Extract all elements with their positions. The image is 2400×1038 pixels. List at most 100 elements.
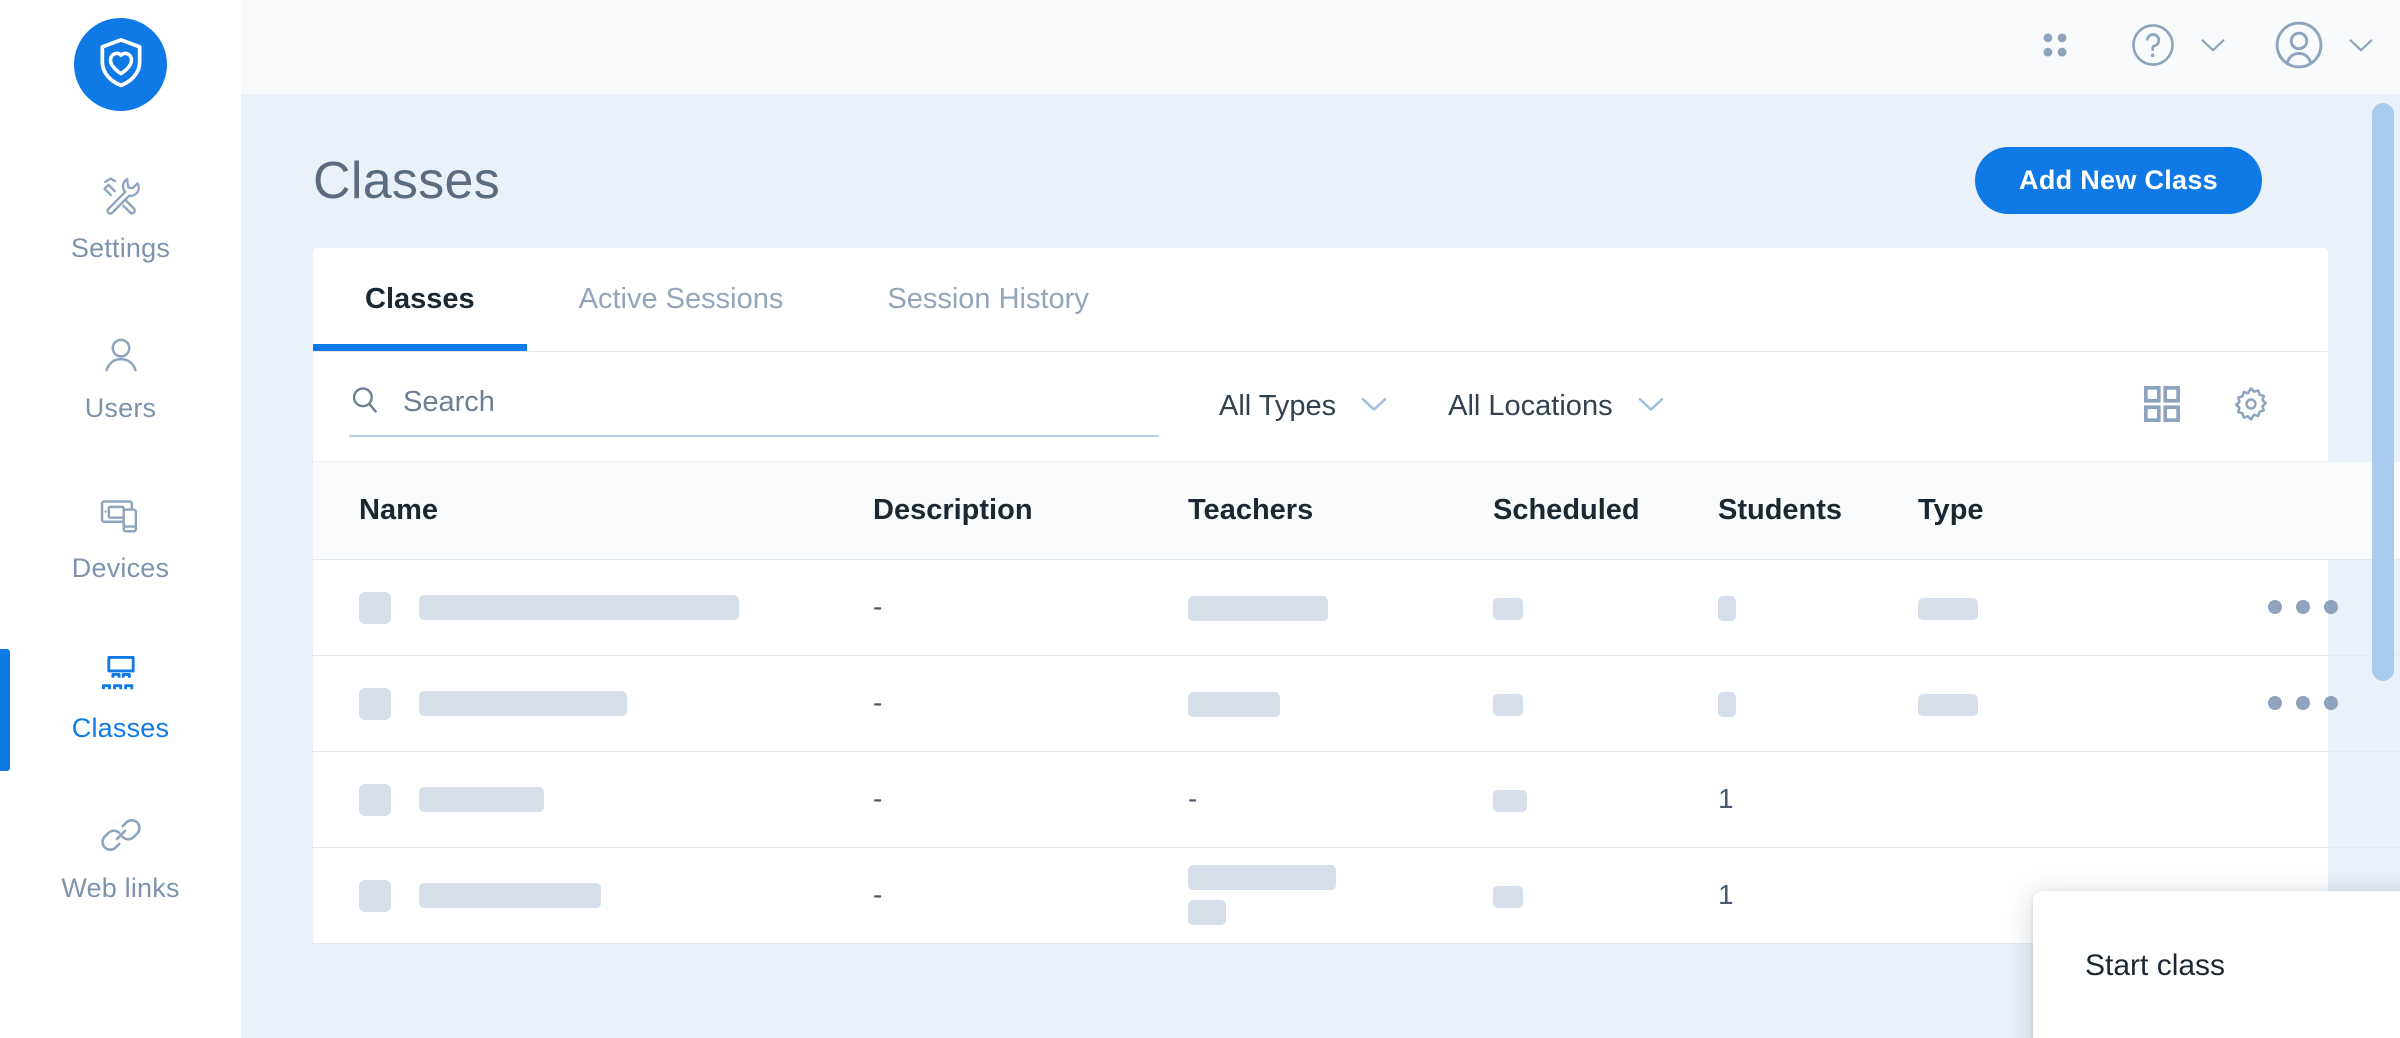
column-header-actions (2178, 462, 2400, 560)
sidebar-item-web-links[interactable]: Web links (0, 793, 241, 953)
cell-description: - (873, 559, 1188, 656)
skeleton-avatar (359, 591, 391, 624)
sidebar-item-label: Devices (71, 553, 170, 583)
cell-type (1918, 559, 2178, 656)
skeleton-avatar (359, 783, 391, 816)
tab-bar: Classes Active Sessions Session History (313, 248, 2328, 352)
skeleton-scheduled (1493, 693, 1523, 716)
description-value: - (873, 879, 883, 910)
cell-scheduled (1493, 751, 1718, 848)
menu-item-delete-this-class[interactable]: Delete this class (2033, 1005, 2400, 1038)
sidebar-item-devices[interactable]: Devices (0, 473, 241, 633)
type-filter-label: All Types (1219, 390, 1337, 422)
chevron-down-icon (1637, 395, 1665, 418)
chevron-down-icon (2200, 36, 2226, 59)
cell-actions (2178, 655, 2400, 752)
skeleton-teacher (1188, 865, 1336, 890)
skeleton-students (1718, 596, 1736, 622)
table-settings-button[interactable] (2230, 383, 2272, 430)
page-title: Classes (313, 151, 501, 210)
annotation-arrow (1746, 1033, 2046, 1038)
cell-students: 1 (1718, 847, 1918, 944)
skeleton-name (418, 691, 627, 717)
description-value: - (873, 591, 883, 622)
skeleton-scheduled (1493, 597, 1523, 620)
students-value: 1 (1718, 879, 1734, 910)
cell-teachers (1188, 655, 1493, 752)
top-bar (241, 0, 2400, 95)
tab-classes[interactable]: Classes (313, 247, 527, 351)
apps-grid-icon (2038, 28, 2072, 67)
link-icon (98, 807, 144, 863)
add-new-class-button[interactable]: Add New Class (1975, 147, 2262, 214)
skeleton-avatar (359, 687, 391, 720)
description-value: - (873, 783, 883, 814)
kebab-menu-icon[interactable] (2178, 696, 2400, 710)
chevron-down-icon (2348, 36, 2374, 59)
skeleton-teacher (1188, 596, 1328, 622)
cell-scheduled (1493, 847, 1718, 944)
sidebar: Settings Users Devices Classes Web links (0, 0, 241, 1038)
sidebar-item-users[interactable]: Users (0, 313, 241, 473)
table-row[interactable]: - (313, 559, 2400, 656)
skeleton-type (1918, 693, 1978, 716)
grid-view-icon (2142, 384, 2182, 429)
description-value: - (873, 687, 883, 718)
tab-session-history[interactable]: Session History (835, 247, 1140, 351)
vertical-scrollbar[interactable] (2372, 103, 2394, 681)
cell-name (313, 847, 873, 944)
sidebar-nav: Settings Users Devices Classes Web links (0, 153, 241, 953)
tab-active-sessions[interactable]: Active Sessions (527, 247, 836, 351)
menu-item-start-class[interactable]: Start class (2033, 927, 2400, 1005)
table-body: - - - - 1 - 1 (313, 559, 2400, 944)
location-filter-label: All Locations (1448, 390, 1613, 422)
column-header-teachers[interactable]: Teachers (1188, 462, 1493, 560)
help-menu-button[interactable] (2128, 20, 2226, 75)
sidebar-item-classes[interactable]: Classes (0, 633, 241, 793)
user-avatar-icon (2272, 18, 2326, 77)
search-input[interactable]: Search (349, 384, 1159, 437)
kebab-menu-icon[interactable] (2178, 600, 2400, 614)
gear-icon (2230, 383, 2272, 430)
sidebar-item-settings[interactable]: Settings (0, 153, 241, 313)
cell-teachers (1188, 559, 1493, 656)
cell-description: - (873, 751, 1188, 848)
cell-name (313, 559, 873, 656)
row-context-menu: Start class Delete this class (2033, 891, 2400, 1038)
user-icon (99, 327, 143, 383)
skeleton-scheduled (1493, 885, 1523, 908)
sidebar-item-label: Web links (61, 873, 180, 903)
column-header-scheduled[interactable]: Scheduled (1493, 462, 1718, 560)
devices-icon (98, 487, 144, 543)
filter-bar: Search All Types All Locations (313, 352, 2328, 462)
tab-label: Classes (365, 282, 475, 315)
apps-grid-button[interactable] (2038, 28, 2072, 67)
search-icon (349, 384, 381, 421)
table-header-row: Name Description Teachers Scheduled Stud… (313, 462, 2400, 560)
column-header-students[interactable]: Students (1718, 462, 1918, 560)
app-logo[interactable] (74, 18, 167, 111)
teachers-value: - (1188, 783, 1198, 814)
cell-actions (2178, 559, 2400, 656)
column-header-type[interactable]: Type (1918, 462, 2178, 560)
sidebar-item-label: Settings (70, 233, 171, 263)
location-filter-dropdown[interactable]: All Locations (1448, 390, 1664, 423)
cell-students: 1 (1718, 751, 1918, 848)
account-menu-button[interactable] (2272, 18, 2374, 77)
column-header-name[interactable]: Name (313, 462, 873, 560)
column-header-description[interactable]: Description (873, 462, 1188, 560)
type-filter-dropdown[interactable]: All Types (1219, 390, 1388, 423)
skeleton-scheduled (1493, 789, 1527, 812)
sidebar-item-label: Classes (71, 713, 170, 743)
application-root: Settings Users Devices Classes Web links… (0, 0, 2400, 1038)
table-row[interactable]: - - 1 (313, 751, 2400, 848)
tab-label: Session History (887, 282, 1089, 315)
cell-type (1918, 655, 2178, 752)
shield-heart-logo-icon (93, 34, 149, 95)
cell-students (1718, 655, 1918, 752)
students-value: 1 (1718, 783, 1734, 814)
cell-teachers: - (1188, 751, 1493, 848)
tools-icon (99, 167, 143, 223)
table-row[interactable]: - (313, 655, 2400, 752)
grid-view-button[interactable] (2142, 384, 2182, 429)
